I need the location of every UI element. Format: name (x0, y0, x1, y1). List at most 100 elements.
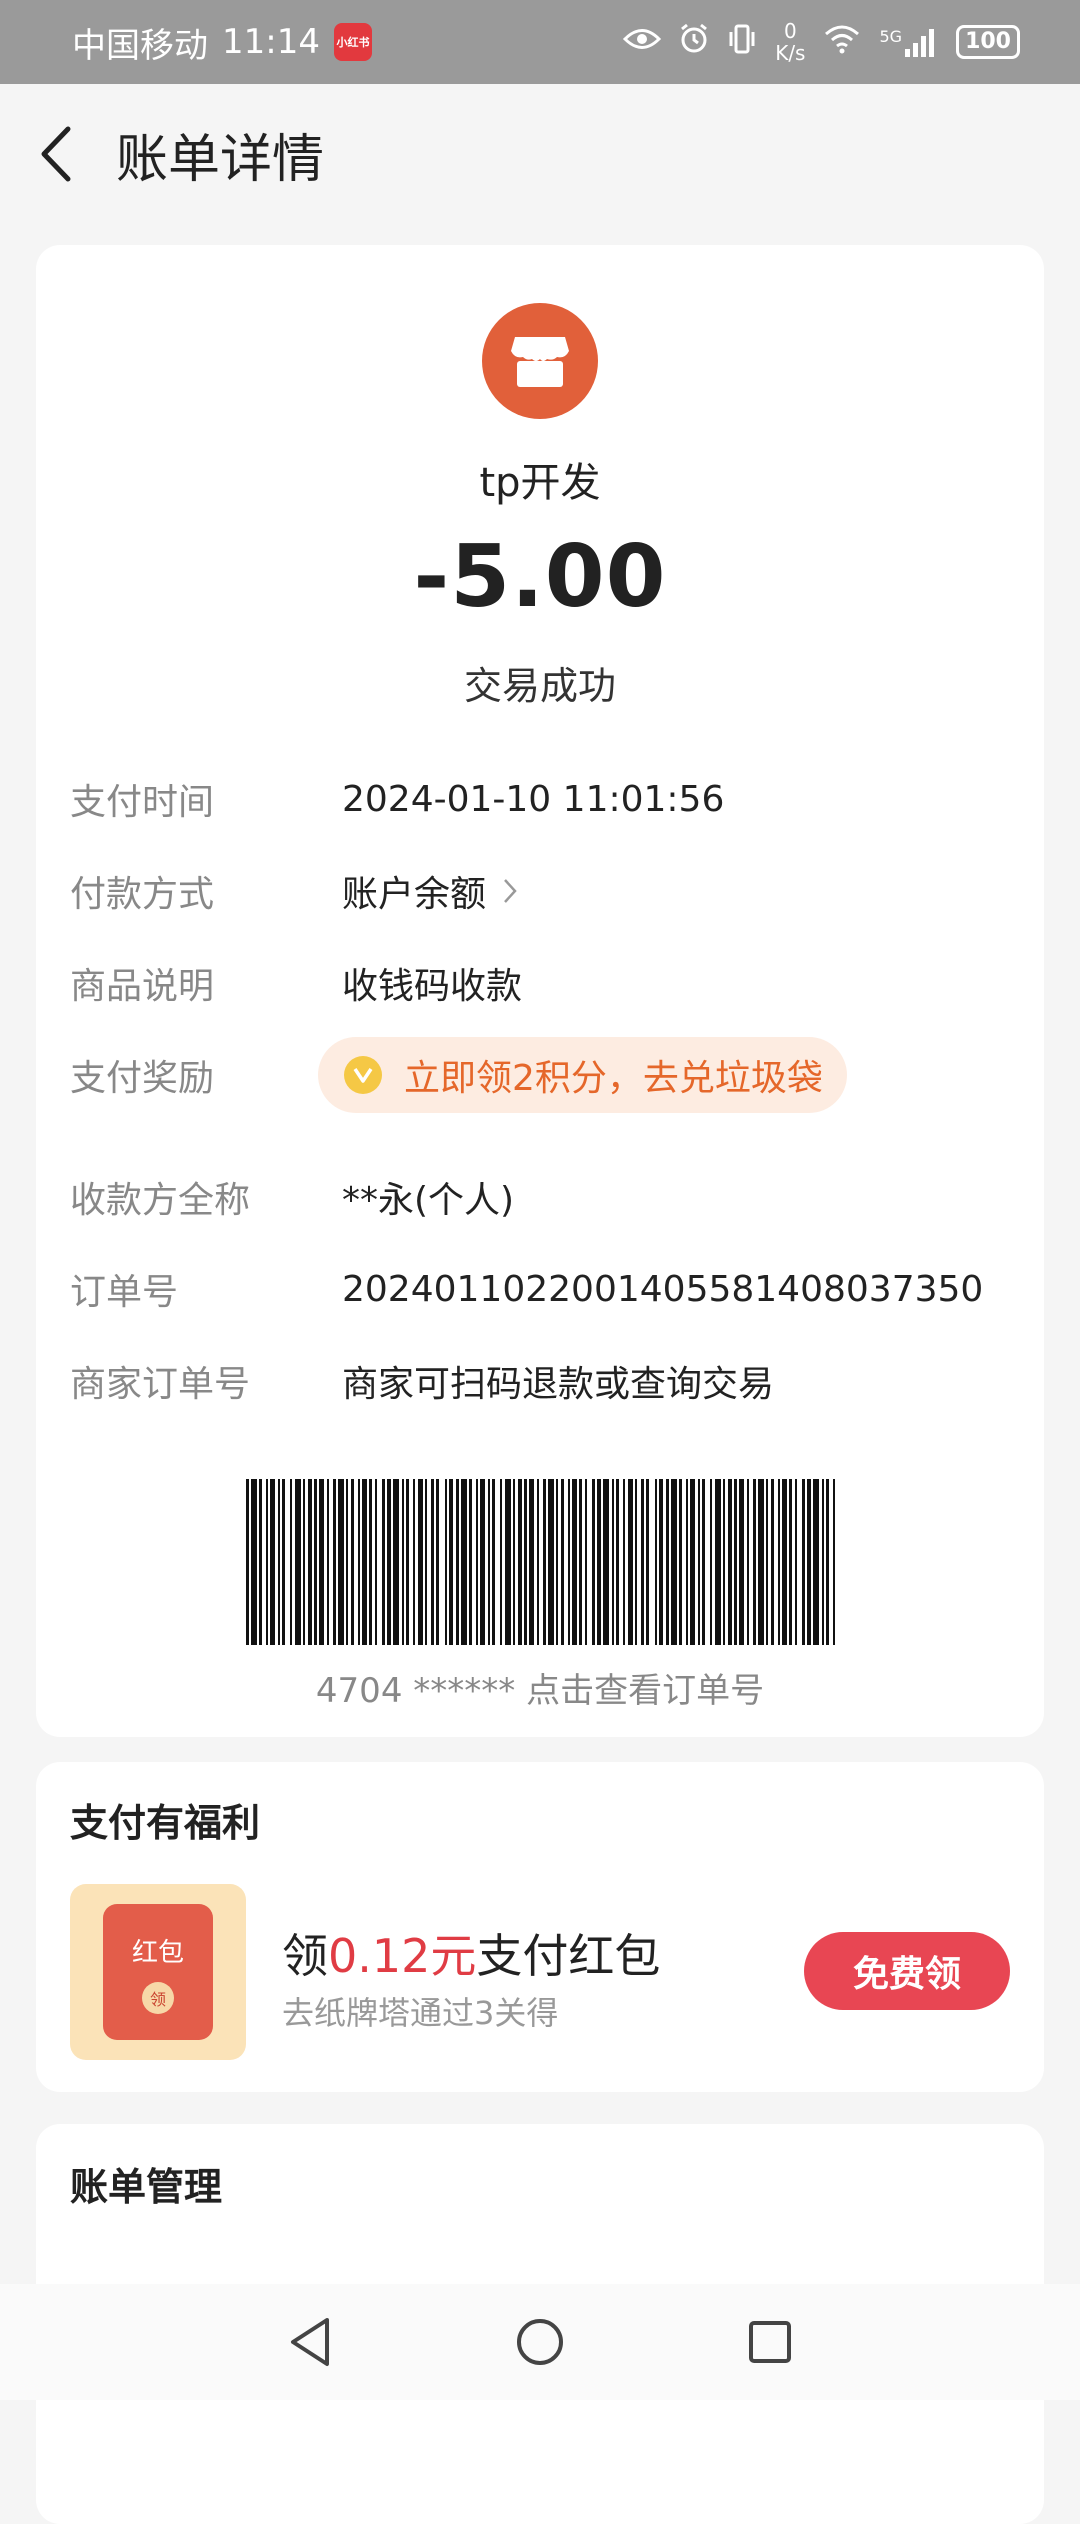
nav-recents-icon[interactable] (740, 2312, 800, 2372)
barcode-bar (715, 1479, 721, 1645)
reward-pill[interactable]: 立即领2积分，去兑垃圾袋 (318, 1037, 847, 1113)
detail-label: 商家订单号 (70, 1364, 251, 1405)
barcode-bar (469, 1479, 472, 1645)
barcode-bar (666, 1479, 669, 1645)
detail-value: 2024-01-10 11:01:56 (342, 778, 725, 820)
barcode-bar (690, 1479, 695, 1645)
barcode-bar (548, 1479, 554, 1645)
promo-prefix: 领 (282, 1929, 328, 1983)
chevron-right-icon (502, 877, 518, 905)
barcode-bar (766, 1479, 768, 1645)
barcode-bar (641, 1479, 644, 1645)
barcode-bar (679, 1479, 682, 1645)
barcode-bar (616, 1479, 619, 1645)
barcode-bar (295, 1479, 301, 1645)
barcode-bar (698, 1479, 700, 1645)
net-speed-value: 0 (783, 19, 797, 43)
back-arrow-icon (41, 126, 71, 182)
barcode-caption[interactable]: 4704 ****** 点击查看订单号 (36, 1663, 1044, 1712)
barcode-bar (635, 1479, 637, 1645)
barcode-bar (646, 1479, 649, 1645)
barcode-bar (671, 1479, 677, 1645)
barcode-bar (333, 1479, 336, 1645)
detail-label: 付款方式 (70, 874, 215, 915)
barcode-bar (771, 1479, 774, 1645)
carrier-label: 中国移动 (72, 25, 208, 66)
barcode-bar (603, 1479, 609, 1645)
detail-value: 商家可扫码退款或查询交易 (342, 1364, 775, 1405)
barcode-bar (623, 1479, 625, 1645)
detail-row-pay-method[interactable]: 付款方式 账户余额 (70, 865, 1010, 917)
wifi-icon (823, 24, 861, 60)
status-bar-left: 中国移动 11:14 小红书 (72, 18, 372, 67)
barcode-bar (425, 1479, 427, 1645)
barcode-bar (778, 1479, 780, 1645)
barcode[interactable] (246, 1479, 836, 1645)
barcode-bar (270, 1479, 275, 1645)
barcode-bar (529, 1479, 534, 1645)
barcode-bar (795, 1479, 797, 1645)
detail-row-pay-time: 支付时间 2024-01-10 11:01:56 (70, 773, 1010, 825)
barcode-bar (833, 1479, 835, 1645)
system-nav-bar (0, 2284, 1080, 2400)
barcode-bar (393, 1479, 399, 1645)
detail-value: **永(个人) (342, 1180, 515, 1221)
barcode-bar (782, 1479, 787, 1645)
net-speed: 0 K/s (775, 20, 805, 64)
nav-home-icon[interactable] (510, 2312, 570, 2372)
barcode-bar (561, 1479, 564, 1645)
barcode-bar (406, 1479, 409, 1645)
detail-label: 支付奖励 (70, 1058, 215, 1099)
transaction-amount: -5.00 (413, 527, 667, 627)
status-bar: 中国移动 11:14 小红书 0 K/s 5G 100 (0, 0, 1080, 84)
barcode-bar (338, 1479, 344, 1645)
detail-label: 订单号 (70, 1272, 179, 1313)
barcode-bar (728, 1479, 732, 1645)
barcode-bar (303, 1479, 305, 1645)
barcode-bar (579, 1479, 582, 1645)
barcode-bar (251, 1479, 257, 1645)
promo-suffix: 支付红包 (476, 1929, 661, 1983)
barcode-bar (556, 1479, 558, 1645)
barcode-bar (480, 1479, 485, 1645)
barcode-bar (278, 1479, 280, 1645)
barcode-bar (592, 1479, 595, 1645)
transaction-status: 交易成功 (463, 664, 616, 708)
benefit-card: 支付有福利 红包 领 领0.12元支付红包 去纸牌塔通过3关得 免费领 (36, 1762, 1044, 2092)
barcode-bar (436, 1479, 439, 1645)
barcode-bar (445, 1479, 447, 1645)
barcode-bar (351, 1479, 354, 1645)
pay-method-link[interactable]: 账户余额 (342, 865, 518, 917)
barcode-bar (327, 1479, 329, 1645)
barcode-bar (753, 1479, 756, 1645)
barcode-bar (747, 1479, 749, 1645)
detail-value: 收钱码收款 (342, 966, 523, 1007)
red-packet-body: 红包 领 (103, 1904, 213, 2040)
barcode-bar (387, 1479, 391, 1645)
barcode-bar (461, 1479, 467, 1645)
barcode-bar (382, 1479, 385, 1645)
barcode-bar (686, 1479, 688, 1645)
reward-text: 立即领2积分，去兑垃圾袋 (404, 1058, 823, 1099)
claim-free-button[interactable]: 免费领 (804, 1932, 1010, 2010)
promo-title: 领0.12元支付红包 (282, 1920, 660, 1986)
barcode-bar (739, 1479, 744, 1645)
detail-row-item-desc: 商品说明 收钱码收款 (70, 957, 1010, 1009)
barcode-bar (290, 1479, 292, 1645)
nav-back-icon[interactable] (280, 2312, 340, 2372)
barcode-bar (628, 1479, 633, 1645)
barcode-bar (813, 1479, 819, 1645)
signal-icon: 5G (879, 27, 938, 57)
barcode-bar (612, 1479, 614, 1645)
promo-subtitle: 去纸牌塔通过3关得 (282, 1994, 559, 2032)
alarm-icon (679, 23, 709, 61)
barcode-bar (710, 1479, 712, 1645)
barcode-bar (266, 1479, 268, 1645)
barcode-bar (524, 1479, 527, 1645)
coin-icon (344, 1056, 382, 1094)
barcode-bar (597, 1479, 601, 1645)
barcode-bar (758, 1479, 764, 1645)
bill-detail-card: tp开发 -5.00 交易成功 支付时间 2024-01-10 11:01:56… (36, 245, 1044, 1737)
back-button[interactable] (36, 124, 76, 184)
red-packet-label: 红包 (131, 1938, 184, 1968)
